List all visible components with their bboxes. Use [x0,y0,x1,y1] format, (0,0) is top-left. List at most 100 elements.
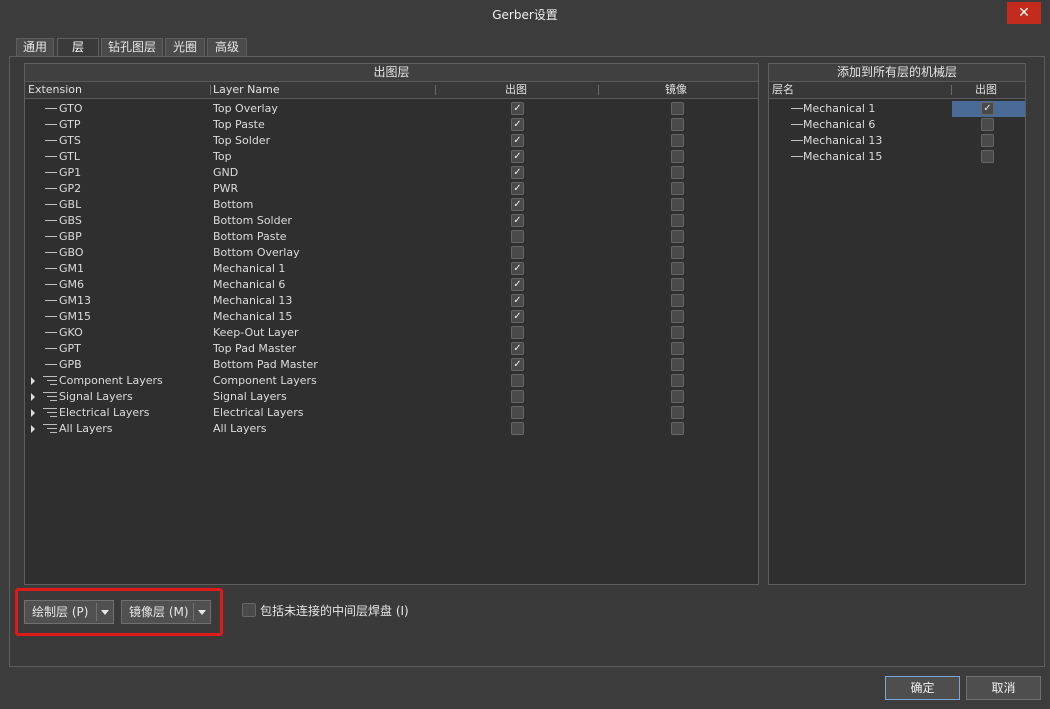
plot-layers-panel-title: 出图层 [25,64,758,82]
plot-checkbox[interactable] [511,118,524,131]
table-row[interactable]: GTO Top Overlay [25,101,758,117]
plot-checkbox[interactable] [511,342,524,355]
mirror-checkbox[interactable] [671,374,684,387]
mirror-checkbox[interactable] [671,390,684,403]
plot-checkbox[interactable] [511,182,524,195]
plot-checkbox[interactable] [511,374,524,387]
expand-arrow-icon[interactable] [31,393,35,401]
expand-arrow-icon[interactable] [31,425,35,433]
table-row[interactable]: GBP Bottom Paste [25,229,758,245]
table-row[interactable]: Mechanical 15 [769,149,1025,165]
window-title: Gerber设置 [492,8,558,22]
plot-checkbox[interactable] [511,214,524,227]
plot-checkbox[interactable] [511,326,524,339]
table-row[interactable]: All Layers All Layers [25,421,758,437]
tab-apertures[interactable]: 光圈 [165,38,205,57]
table-row[interactable]: GM13 Mechanical 13 [25,293,758,309]
table-row[interactable]: GM15 Mechanical 15 [25,309,758,325]
table-row[interactable]: GTP Top Paste [25,117,758,133]
column-layer-name-cn[interactable]: 层名 [772,82,794,98]
tab-advanced[interactable]: 高级 [207,38,247,57]
cancel-button[interactable]: 取消 [966,676,1041,700]
table-row[interactable]: Mechanical 6 [769,117,1025,133]
mirror-checkbox[interactable] [671,310,684,323]
table-row[interactable]: GTL Top [25,149,758,165]
layer-extension: Signal Layers [59,390,133,403]
plot-checkbox[interactable] [511,246,524,259]
layer-name: Top Paste [213,118,265,131]
table-row[interactable]: Electrical Layers Electrical Layers [25,405,758,421]
mirror-checkbox[interactable] [671,294,684,307]
include-unconnected-label: 包括未连接的中间层焊盘 (I) [260,604,409,618]
mechanical-plot-checkbox[interactable] [981,102,994,115]
tab-general[interactable]: 通用 [16,38,54,57]
plot-checkbox[interactable] [511,294,524,307]
table-row[interactable]: Component Layers Component Layers [25,373,758,389]
table-row[interactable]: GPB Bottom Pad Master [25,357,758,373]
plot-checkbox[interactable] [511,390,524,403]
expand-arrow-icon[interactable] [31,409,35,417]
ok-button[interactable]: 确定 [885,676,960,700]
tab-layers[interactable]: 层 [57,38,99,57]
plot-checkbox[interactable] [511,134,524,147]
plot-checkbox[interactable] [511,166,524,179]
mirror-checkbox[interactable] [671,358,684,371]
table-row[interactable]: GBO Bottom Overlay [25,245,758,261]
mirror-checkbox[interactable] [671,406,684,419]
plot-checkbox[interactable] [511,150,524,163]
mirror-checkbox[interactable] [671,134,684,147]
plot-checkbox[interactable] [511,358,524,371]
mirror-checkbox[interactable] [671,278,684,291]
plot-checkbox[interactable] [511,102,524,115]
table-row[interactable]: Signal Layers Signal Layers [25,389,758,405]
column-layer-name[interactable]: Layer Name [213,82,280,98]
mirror-checkbox[interactable] [671,102,684,115]
include-unconnected-checkbox[interactable] [242,603,256,617]
layer-name: Mechanical 6 [213,278,286,291]
mirror-checkbox[interactable] [671,214,684,227]
plot-checkbox[interactable] [511,422,524,435]
table-row[interactable]: GP2 PWR [25,181,758,197]
table-row[interactable]: GM6 Mechanical 6 [25,277,758,293]
mirror-checkbox[interactable] [671,262,684,275]
table-row[interactable]: GP1 GND [25,165,758,181]
plot-checkbox[interactable] [511,278,524,291]
table-row[interactable]: GBS Bottom Solder [25,213,758,229]
mirror-layers-dropdown[interactable]: 镜像层 (M) [121,600,211,624]
plot-layers-dropdown[interactable]: 绘制层 (P) [24,600,114,624]
plot-checkbox[interactable] [511,262,524,275]
mirror-checkbox[interactable] [671,246,684,259]
mirror-checkbox[interactable] [671,118,684,131]
mirror-checkbox[interactable] [671,182,684,195]
mirror-checkbox[interactable] [671,150,684,163]
table-row[interactable]: GTS Top Solder [25,133,758,149]
mirror-checkbox[interactable] [671,230,684,243]
column-plot[interactable]: 出图 [505,82,527,98]
mechanical-plot-checkbox[interactable] [981,134,994,147]
plot-checkbox[interactable] [511,198,524,211]
table-row[interactable]: GPT Top Pad Master [25,341,758,357]
expand-arrow-icon[interactable] [31,377,35,385]
mirror-checkbox[interactable] [671,198,684,211]
table-row[interactable]: Mechanical 1 [769,101,1025,117]
mirror-checkbox[interactable] [671,326,684,339]
mechanical-plot-checkbox[interactable] [981,150,994,163]
column-plot-cn[interactable]: 出图 [975,82,997,98]
plot-checkbox[interactable] [511,230,524,243]
column-extension[interactable]: Extension [28,82,82,98]
table-row[interactable]: GKO Keep-Out Layer [25,325,758,341]
mirror-checkbox[interactable] [671,166,684,179]
mechanical-plot-checkbox[interactable] [981,118,994,131]
table-row[interactable]: Mechanical 13 [769,133,1025,149]
mirror-checkbox[interactable] [671,422,684,435]
mirror-checkbox[interactable] [671,342,684,355]
column-mirror[interactable]: 镜像 [665,82,687,98]
plot-checkbox[interactable] [511,406,524,419]
tab-drill-drawing[interactable]: 钻孔图层 [101,38,163,57]
plot-layers-panel: 出图层 Extension Layer Name 出图 镜像 GTO Top Ov… [24,63,759,585]
layer-name: Top [213,150,232,163]
table-row[interactable]: GM1 Mechanical 1 [25,261,758,277]
table-row[interactable]: GBL Bottom [25,197,758,213]
plot-checkbox[interactable] [511,310,524,323]
close-button[interactable]: ✕ [1007,2,1041,24]
